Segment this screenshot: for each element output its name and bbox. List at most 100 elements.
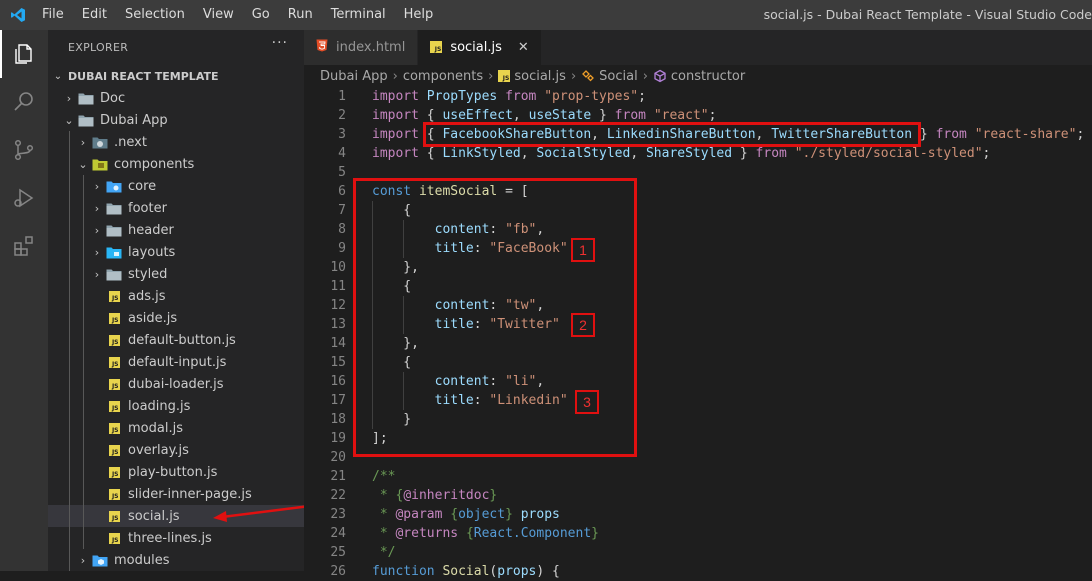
js-icon: JS [430,40,443,55]
folder-item[interactable]: ⌄ components [48,153,304,175]
indent-guide [69,351,70,373]
code-token: } [599,108,615,123]
menu-file[interactable]: File [36,0,73,30]
menu-help[interactable]: Help [395,0,443,30]
file-item[interactable]: JS overlay.js [48,439,304,461]
more-actions-icon[interactable]: ··· [272,35,288,51]
menu-bar: File Edit Selection View Go Run Terminal Help [36,0,442,30]
line-number: 7 [338,203,346,218]
code-token: props [520,507,560,522]
tree-item-label: styled [128,266,168,282]
explorer-sidebar: EXPLORER ··· ⌄ DUBAI REACT TEMPLATE › Doc… [48,30,319,571]
menu-view[interactable]: View [194,0,243,30]
file-item[interactable]: JS loading.js [48,395,304,417]
breadcrumb-item[interactable]: Dubai App [320,69,388,84]
extensions-icon[interactable] [0,222,48,270]
indent-guide [83,175,84,197]
breadcrumb-item[interactable]: social.js [514,69,566,84]
menu-terminal[interactable]: Terminal [322,0,395,30]
file-item[interactable]: JS three-lines.js [48,527,304,549]
file-item[interactable]: JS play-button.js [48,461,304,483]
folder-item[interactable]: › styled [48,263,304,285]
folder-item[interactable]: ⌄ Dubai App [48,109,304,131]
vscode-logo-icon [0,0,36,30]
file-item[interactable]: JS default-button.js [48,329,304,351]
tab-label: index.html [336,40,406,55]
code-token: import [372,108,427,123]
code-token: function [372,564,443,579]
folder-item[interactable]: › core [48,175,304,197]
tree-item-label: dubai-loader.js [128,376,224,392]
symbol-class-icon [581,69,595,83]
menu-edit[interactable]: Edit [73,0,116,30]
file-item[interactable]: JS default-input.js [48,351,304,373]
line-number: 19 [330,431,346,446]
folder-icon [92,135,108,149]
breadcrumb-separator-icon: › [488,68,494,84]
file-item[interactable]: JS ads.js [48,285,304,307]
file-tree: › Doc ⌄ Dubai App › .next ⌄ components › core › foo… [48,87,304,571]
file-item[interactable]: JS aside.js [48,307,304,329]
line-number: 13 [330,317,346,332]
source-control-icon[interactable] [0,126,48,174]
code-token: "react-share" [974,127,1077,142]
code-token: ; [708,108,717,123]
code-token: import [372,89,427,104]
js-file-icon: JS [106,509,122,523]
close-icon[interactable]: ✕ [518,40,529,55]
tab-social-js[interactable]: JS social.js ✕ [418,30,542,65]
code-token: React.Component [473,526,592,541]
line-number: 3 [338,127,346,142]
folder-item[interactable]: › layouts [48,241,304,263]
code-token: useState [528,108,600,123]
code-token: @inheritdoc [403,488,490,503]
menu-run[interactable]: Run [279,0,322,30]
folder-item[interactable]: › .next [48,131,304,153]
code-token: ; [982,146,991,161]
breadcrumb-separator-icon: › [642,68,648,84]
line-number: 2 [338,108,346,123]
activity-bar [0,30,48,571]
code-token: , [630,146,646,161]
breadcrumb-item[interactable]: components [403,69,483,84]
indent-guide [83,439,84,461]
file-item[interactable]: JS dubai-loader.js [48,373,304,395]
indent-guide [69,483,70,505]
folder-icon [92,553,108,567]
breadcrumb-separator-icon: › [570,68,577,84]
breadcrumb-item[interactable]: constructor [671,69,745,84]
chevron-right-icon: › [94,201,100,215]
project-name: DUBAI REACT TEMPLATE [68,69,219,83]
file-item[interactable]: JS modal.js [48,417,304,439]
js-file-icon: JS [106,399,122,413]
indent-guide [69,505,70,527]
code-token: , [520,146,537,161]
indent-guide [69,395,70,417]
menu-selection[interactable]: Selection [116,0,194,30]
code-token: @param [395,507,451,522]
code-token: } [591,526,599,541]
indent-guide [83,307,84,329]
indent-guide [69,285,70,307]
indent-guide [69,373,70,395]
explorer-icon[interactable] [0,30,48,78]
tab-index-html[interactable]: index.html [304,30,419,65]
chevron-right-icon: › [94,267,100,281]
folder-item[interactable]: › footer [48,197,304,219]
code-token: from [614,108,654,123]
folder-item[interactable]: › header [48,219,304,241]
folder-item[interactable]: › modules [48,549,304,571]
line-number: 11 [330,279,346,294]
folder-item[interactable]: › Doc [48,87,304,109]
import-highlight-box [423,122,921,147]
tree-item-label: modal.js [128,420,183,436]
search-icon[interactable] [0,78,48,126]
code-token: LinkStyled [442,146,521,161]
indent-guide [83,351,84,373]
breadcrumb-item[interactable]: Social [599,69,638,84]
project-section-header[interactable]: ⌄ DUBAI REACT TEMPLATE [48,65,304,87]
menu-go[interactable]: Go [243,0,279,30]
run-debug-icon[interactable] [0,174,48,222]
annotation-1: 1 [571,238,595,262]
chevron-right-icon: › [80,135,86,149]
